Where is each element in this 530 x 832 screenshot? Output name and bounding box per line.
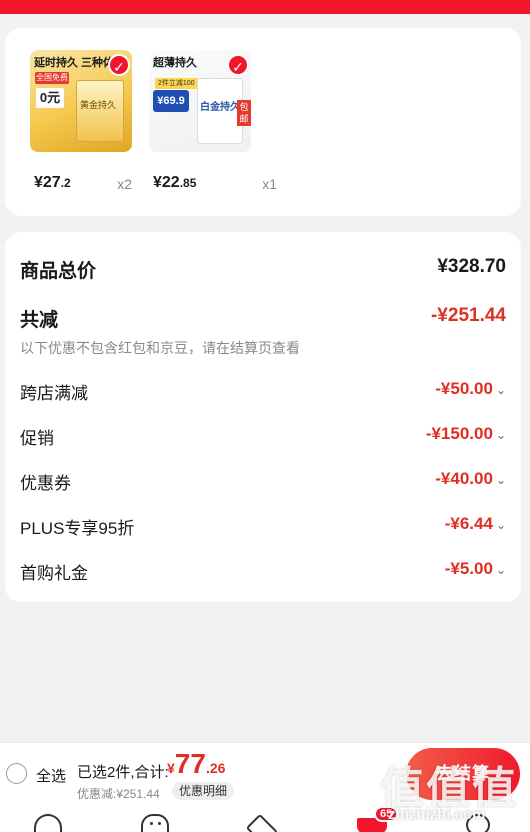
discount-value: -¥50.00 ⌄ (435, 379, 506, 398)
chevron-down-icon[interactable]: ⌄ (496, 428, 506, 442)
discount-note: 以下优惠不包含红包和京豆，请在结算页查看 (20, 340, 300, 356)
product-price: ¥22.85 (153, 174, 197, 191)
bottom-tab-bar (0, 806, 530, 832)
discount-label: 跨店满减 (20, 384, 88, 403)
total-value: ¥328.70 (437, 256, 506, 277)
discount-label: 首购礼金 (20, 564, 88, 583)
chevron-down-icon[interactable]: ⌄ (496, 563, 506, 577)
chevron-down-icon[interactable]: ⌄ (496, 518, 506, 532)
discount-value: -¥150.00 ⌄ (425, 424, 506, 443)
home-icon[interactable] (34, 814, 62, 832)
total-price: ¥77.26 (167, 748, 226, 779)
thumb-price-tag: ¥69.9 (153, 90, 189, 112)
box-icon[interactable] (245, 813, 279, 832)
select-all-radio[interactable] (6, 763, 27, 784)
thumb-badge: 全国免费 (35, 72, 69, 84)
product-item[interactable]: 超薄持久 2件立减100 ¥69.9 白金持久 包邮 ✓ ¥22.85 x1 (149, 50, 277, 194)
cart-badge: 65 (374, 806, 399, 822)
product-box-image (76, 80, 124, 142)
discount-value: -¥5.00 ⌄ (444, 559, 506, 578)
price-summary-card: 商品总价 ¥328.70 共减 -¥251.44 以下优惠不包含红包和京豆，请在… (5, 232, 521, 602)
profile-icon[interactable] (466, 814, 490, 832)
discover-icon[interactable] (141, 814, 169, 832)
product-box-text: 黄金持久 (80, 100, 117, 110)
chevron-down-icon[interactable]: ⌄ (496, 473, 506, 487)
thumb-banner-text: 超薄持久 (153, 57, 197, 69)
product-thumbnail[interactable]: 超薄持久 2件立减100 ¥69.9 白金持久 包邮 ✓ (149, 50, 251, 152)
products-card: 延时持久 三种体验 全国免费 0元 黄金持久 ✓ ¥27.2 x2 超薄持久 2… (5, 28, 521, 216)
promo-pill: 2件立减100 (155, 78, 198, 89)
reduce-label: 共减 (20, 310, 59, 331)
product-quantity: x2 (117, 176, 132, 192)
top-red-bar (0, 0, 530, 14)
discount-label: 促销 (20, 429, 54, 448)
discount-value: -¥40.00 ⌄ (435, 469, 506, 488)
product-box-text: 白金持久 (200, 102, 240, 113)
discount-value: -¥6.44 ⌄ (444, 514, 506, 533)
selected-count-text: 已选2件,合计: (77, 764, 169, 781)
select-all-label[interactable]: 全选 (36, 765, 66, 786)
check-icon[interactable]: ✓ (227, 54, 249, 76)
product-item[interactable]: 延时持久 三种体验 全国免费 0元 黄金持久 ✓ ¥27.2 x2 (30, 50, 132, 194)
free-shipping-tag: 包邮 (237, 100, 251, 126)
discount-detail-button[interactable]: 优惠明细 (172, 782, 235, 800)
checkout-bar: 全选 已选2件,合计: ¥77.26 优惠减:¥251.44 优惠明细 去结算 (0, 742, 530, 806)
chevron-down-icon[interactable]: ⌄ (496, 383, 506, 397)
checkout-button[interactable]: 去结算 (406, 748, 520, 800)
discount-label: 优惠券 (20, 474, 71, 493)
reduce-value: -¥251.44 (430, 305, 506, 326)
check-icon[interactable]: ✓ (108, 54, 130, 76)
product-price: ¥27.2 (34, 174, 71, 191)
discount-total-text: 优惠减:¥251.44 (77, 787, 160, 801)
thumb-zero-tag: 0元 (36, 88, 64, 108)
product-thumbnail[interactable]: 延时持久 三种体验 全国免费 0元 黄金持久 ✓ (30, 50, 132, 152)
product-quantity: x1 (262, 176, 277, 192)
total-label: 商品总价 (20, 261, 97, 282)
discount-label: PLUS专享95折 (20, 519, 135, 538)
